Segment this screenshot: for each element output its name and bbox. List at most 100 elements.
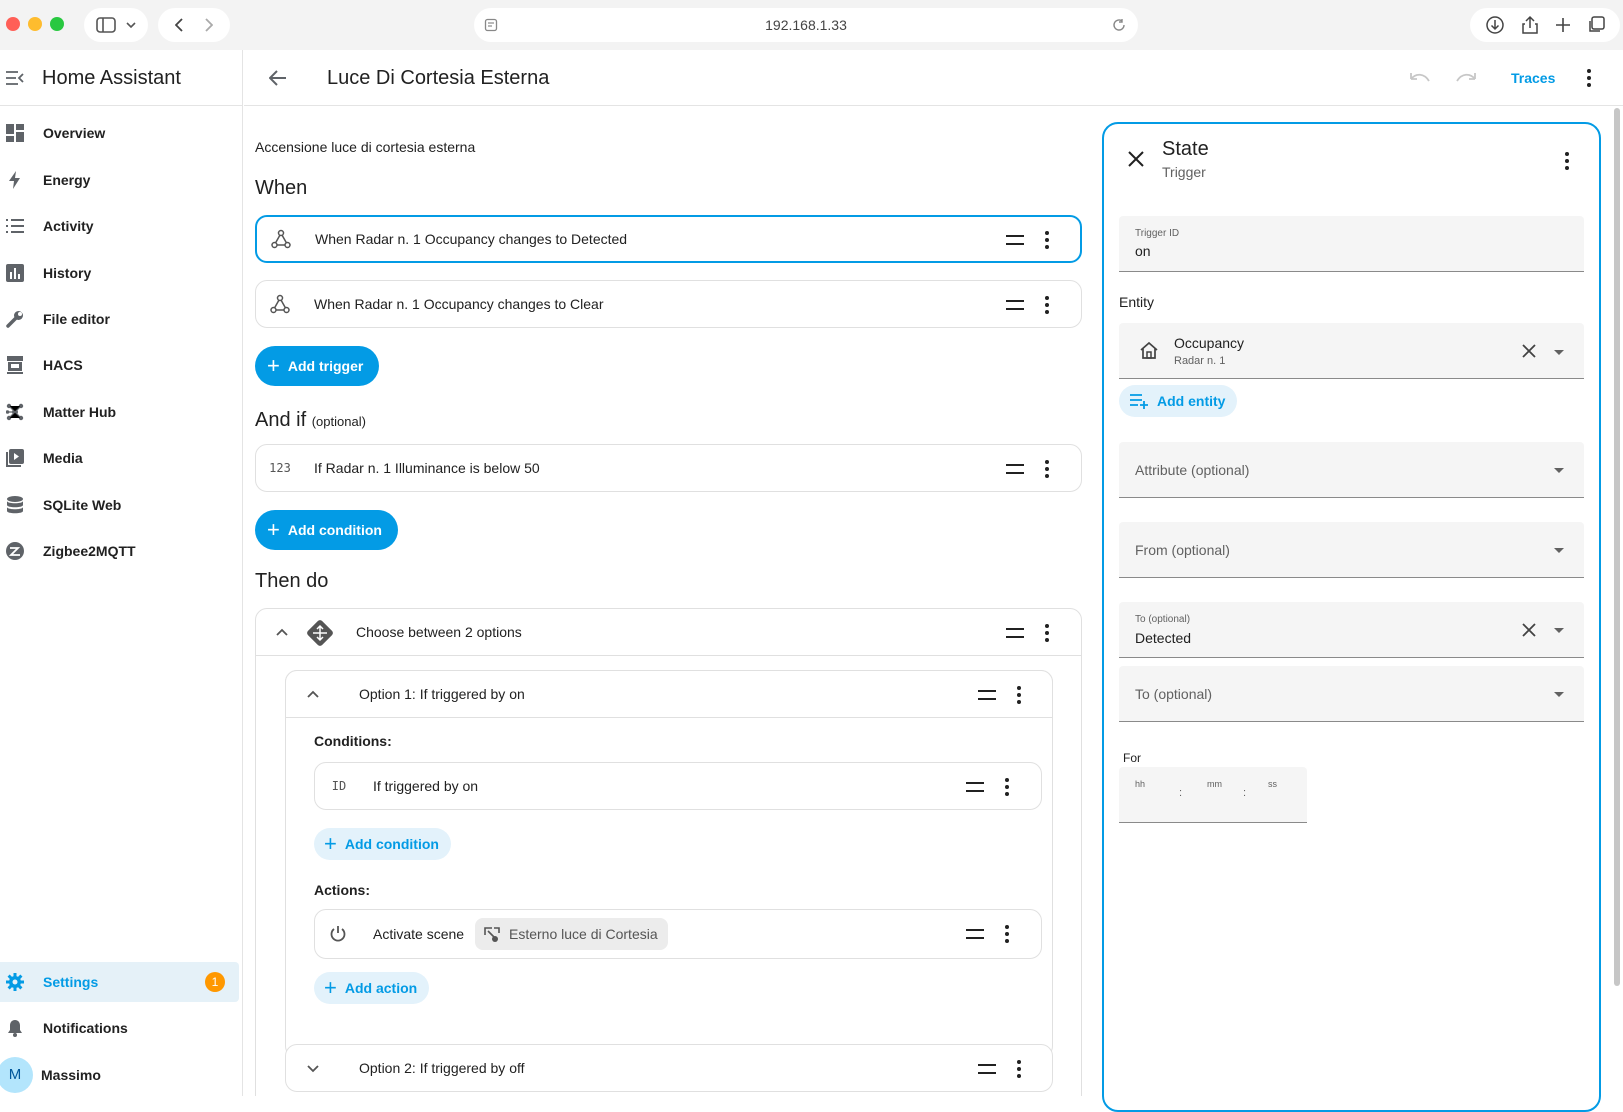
- overflow-menu-icon[interactable]: [1045, 624, 1049, 645]
- new-tab-icon[interactable]: [1555, 17, 1571, 33]
- close-window-button[interactable]: [6, 17, 20, 31]
- chevron-up-icon[interactable]: [276, 628, 288, 636]
- bell-icon: [8, 1020, 22, 1037]
- sidebar-item-matter-hub[interactable]: Matter Hub: [0, 392, 239, 432]
- forward-icon[interactable]: [205, 18, 213, 32]
- overflow-menu-icon[interactable]: [1045, 231, 1049, 252]
- minutes-input[interactable]: mm: [1207, 779, 1222, 789]
- menu-collapse-icon[interactable]: [5, 70, 25, 86]
- scrollbar[interactable]: [1614, 108, 1620, 986]
- dropdown-arrow-icon[interactable]: [1554, 548, 1564, 553]
- clear-icon[interactable]: [1522, 623, 1536, 637]
- option-condition-row[interactable]: ID If triggered by on: [314, 762, 1042, 810]
- clear-icon[interactable]: [1522, 344, 1536, 358]
- overflow-menu-icon[interactable]: [1017, 1060, 1021, 1081]
- dropdown-arrow-icon[interactable]: [1554, 628, 1564, 633]
- back-icon[interactable]: [175, 18, 183, 32]
- chevron-up-icon[interactable]: [307, 690, 319, 698]
- sidebar-item-activity[interactable]: Activity: [0, 206, 239, 246]
- sidebar-item-sqlite-web[interactable]: SQLite Web: [0, 485, 239, 525]
- drag-handle-icon[interactable]: [1006, 628, 1024, 638]
- share-icon[interactable]: [1521, 15, 1539, 35]
- sidebar-item-history[interactable]: History: [0, 253, 239, 293]
- sidebar-item-overview[interactable]: Overview: [0, 113, 239, 153]
- conditions-label: Conditions:: [314, 733, 392, 749]
- choose-action-row[interactable]: Choose between 2 options: [255, 608, 1082, 656]
- undo-icon[interactable]: [1410, 72, 1430, 84]
- sidebar-item-energy[interactable]: Energy: [0, 160, 239, 200]
- overflow-menu-icon[interactable]: [1565, 152, 1569, 173]
- time-separator: :: [1243, 787, 1247, 799]
- entity-picker[interactable]: Occupancy Radar n. 1: [1119, 323, 1584, 379]
- dropdown-arrow-icon[interactable]: [1554, 350, 1564, 355]
- condition-row[interactable]: 123 If Radar n. 1 Illuminance is below 5…: [255, 444, 1082, 492]
- to-placeholder: To (optional): [1135, 686, 1213, 702]
- sidebar-item-profile[interactable]: M Massimo: [0, 1055, 239, 1095]
- sidebar-item-file-editor[interactable]: File editor: [0, 299, 239, 339]
- from-select[interactable]: From (optional): [1119, 522, 1584, 578]
- drag-handle-icon[interactable]: [1006, 464, 1024, 474]
- chart-bar-icon: [6, 264, 24, 282]
- close-icon[interactable]: [1128, 151, 1144, 167]
- automation-description: Accensione luce di cortesia esterna: [255, 139, 476, 155]
- drag-handle-icon[interactable]: [978, 690, 996, 700]
- add-entity-button[interactable]: Add entity: [1119, 385, 1238, 417]
- sidebar-item-notifications[interactable]: Notifications: [0, 1008, 239, 1048]
- then-do-heading: Then do: [255, 570, 329, 592]
- add-condition-button[interactable]: + Add condition: [314, 828, 451, 860]
- minimize-window-button[interactable]: [28, 17, 42, 31]
- address-bar[interactable]: 192.168.1.33: [474, 8, 1138, 42]
- to-select[interactable]: To (optional): [1119, 666, 1584, 722]
- seconds-input[interactable]: ss: [1268, 779, 1277, 789]
- option-2-header[interactable]: Option 2: If triggered by off: [285, 1044, 1053, 1092]
- chevron-down-icon[interactable]: [307, 1065, 319, 1073]
- hours-input[interactable]: hh: [1135, 779, 1145, 789]
- trigger-id-field[interactable]: Trigger ID on: [1119, 216, 1584, 272]
- dropdown-arrow-icon[interactable]: [1554, 692, 1564, 697]
- drag-handle-icon[interactable]: [966, 782, 984, 792]
- sidebar-item-hacs[interactable]: HACS: [0, 345, 239, 385]
- action-row[interactable]: Activate scene Esterno luce di Cortesia: [314, 909, 1042, 959]
- drag-handle-icon[interactable]: [1006, 300, 1024, 310]
- download-icon[interactable]: [1485, 15, 1505, 35]
- duration-input[interactable]: hh : mm : ss: [1119, 767, 1307, 823]
- overflow-menu-icon[interactable]: [1587, 69, 1591, 90]
- scene-chip[interactable]: Esterno luce di Cortesia: [475, 918, 668, 950]
- entity-label: Entity: [1119, 294, 1155, 310]
- to-select-filled[interactable]: To (optional) Detected: [1119, 602, 1584, 658]
- actions-label: Actions:: [314, 882, 370, 898]
- sidebar-item-media[interactable]: Media: [0, 438, 239, 478]
- overflow-menu-icon[interactable]: [1017, 686, 1021, 707]
- sidebar-item-settings[interactable]: Settings 1: [0, 962, 239, 1002]
- trigger-label: When Radar n. 1 Occupancy changes to Cle…: [314, 296, 604, 312]
- overflow-menu-icon[interactable]: [1045, 296, 1049, 317]
- overflow-menu-icon[interactable]: [1005, 925, 1009, 946]
- time-separator: :: [1179, 787, 1183, 799]
- overflow-menu-icon[interactable]: [1045, 460, 1049, 481]
- add-condition-label: Add condition: [344, 836, 439, 852]
- add-trigger-button[interactable]: + Add trigger: [255, 346, 380, 386]
- sidebar-toggle-button[interactable]: [84, 8, 148, 42]
- trigger-row-1[interactable]: When Radar n. 1 Occupancy changes to Det…: [255, 215, 1082, 263]
- drag-handle-icon[interactable]: [1006, 235, 1024, 245]
- add-action-button[interactable]: + Add action: [314, 972, 430, 1004]
- hub-icon: [6, 403, 24, 421]
- back-arrow-icon[interactable]: [269, 70, 287, 86]
- redo-icon[interactable]: [1456, 72, 1476, 84]
- option-1-header[interactable]: Option 1: If triggered by on: [285, 670, 1053, 718]
- add-condition-button[interactable]: + Add condition: [255, 510, 398, 550]
- reload-icon[interactable]: [1112, 18, 1126, 32]
- attribute-select[interactable]: Attribute (optional): [1119, 442, 1584, 498]
- traces-button[interactable]: Traces: [1511, 70, 1555, 86]
- dropdown-arrow-icon[interactable]: [1554, 468, 1564, 473]
- url-text: 192.168.1.33: [765, 17, 847, 33]
- tabs-overview-icon[interactable]: [1587, 16, 1605, 34]
- trigger-row-2[interactable]: When Radar n. 1 Occupancy changes to Cle…: [255, 280, 1082, 328]
- drag-handle-icon[interactable]: [978, 1064, 996, 1074]
- drag-handle-icon[interactable]: [966, 929, 984, 939]
- sidebar-item-zigbee2mqtt[interactable]: Zigbee2MQTT: [0, 531, 239, 571]
- overflow-menu-icon[interactable]: [1005, 778, 1009, 799]
- state-trigger-icon: [271, 229, 291, 249]
- zoom-window-button[interactable]: [50, 17, 64, 31]
- option-1-label: Option 1: If triggered by on: [359, 686, 525, 702]
